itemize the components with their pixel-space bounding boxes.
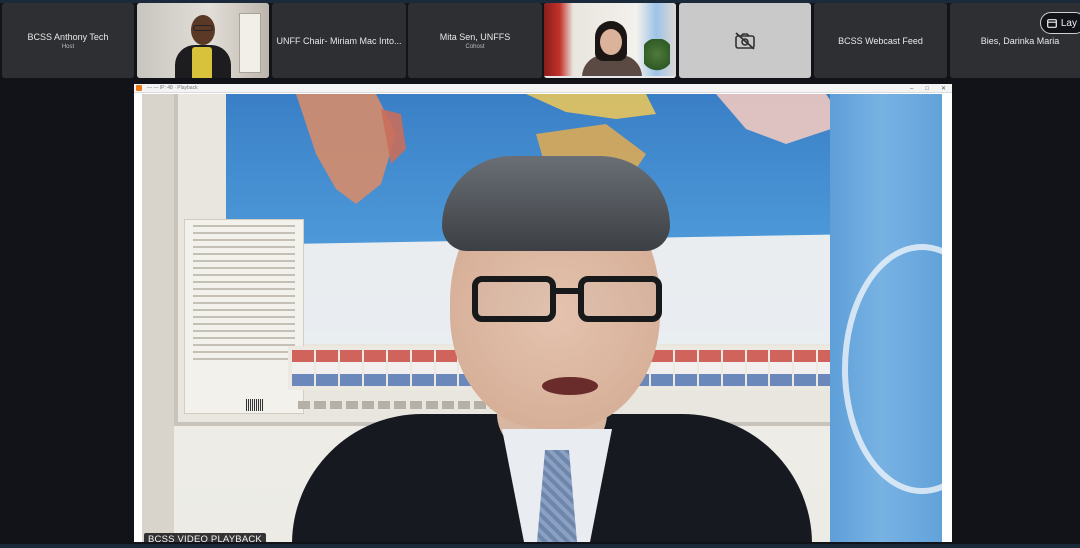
- speaker-glasses: [472, 276, 662, 328]
- active-speaker-indicator: [544, 76, 676, 78]
- background-door: [239, 13, 261, 73]
- participant-tile-camera-off[interactable]: [679, 3, 811, 78]
- participant-name: Mita Sen, UNFFS: [439, 32, 511, 42]
- participant-role: Host: [61, 44, 75, 50]
- wall-edge: [142, 94, 174, 542]
- participant-role: Cohost: [465, 44, 485, 50]
- participant-tile[interactable]: BCSS Anthony Tech Host: [2, 3, 134, 78]
- layout-icon: [1046, 18, 1057, 28]
- participant-tile[interactable]: Mita Sen, UNFFS Cohost: [408, 3, 542, 78]
- person-glasses: [193, 25, 213, 31]
- meeting-app: BCSS Anthony Tech Host UNFF Chair- Miria…: [0, 0, 1080, 548]
- video-feed: BCSS VIDEO PLAYBACK: [142, 94, 942, 542]
- person-face: [600, 29, 622, 55]
- video-name-label: BCSS VIDEO PLAYBACK: [144, 533, 266, 542]
- participant-tile[interactable]: BCSS Webcast Feed: [814, 3, 947, 78]
- layout-button-label: Lay: [1060, 17, 1077, 29]
- app-icon: [136, 85, 142, 91]
- participant-name: UNFF Chair- Miriam Mac Into...: [276, 35, 402, 46]
- participant-video: [137, 3, 269, 78]
- participant-video: [544, 3, 676, 78]
- map-legend: [184, 219, 304, 414]
- window-controls: – □ ✕: [910, 84, 946, 93]
- participant-strip: BCSS Anthony Tech Host UNFF Chair- Miria…: [2, 3, 1080, 79]
- camera-off-panel: [679, 3, 811, 78]
- window-title: — — IP: 48 · Playback: [147, 85, 198, 91]
- main-video-window[interactable]: — — IP: 48 · Playback – □ ✕ BCSS VIDEO P…: [134, 84, 952, 542]
- minimize-button[interactable]: –: [910, 86, 913, 92]
- camera-off-icon: [735, 31, 755, 50]
- close-button[interactable]: ✕: [941, 85, 946, 92]
- participant-tile[interactable]: UNFF Chair- Miriam Mac Into...: [272, 3, 406, 78]
- participant-name: BCSS Anthony Tech: [27, 32, 109, 42]
- speaker-hair: [442, 156, 670, 251]
- person-scarf: [192, 47, 212, 78]
- window-titlebar: — — IP: 48 · Playback – □ ✕: [134, 84, 952, 93]
- speaker-mouth: [542, 377, 598, 395]
- maximize-button[interactable]: □: [925, 86, 929, 92]
- layout-button[interactable]: Lay: [1039, 12, 1080, 34]
- background-plant: [644, 39, 670, 77]
- map-barcode: [246, 399, 264, 411]
- participant-video-tile[interactable]: [137, 3, 269, 78]
- participant-name: BCSS Webcast Feed: [838, 35, 923, 46]
- participant-video-tile-active[interactable]: [544, 3, 676, 78]
- bottom-accent-line: [0, 544, 1080, 548]
- participant-name: Bies, Darinka Maria: [980, 35, 1060, 46]
